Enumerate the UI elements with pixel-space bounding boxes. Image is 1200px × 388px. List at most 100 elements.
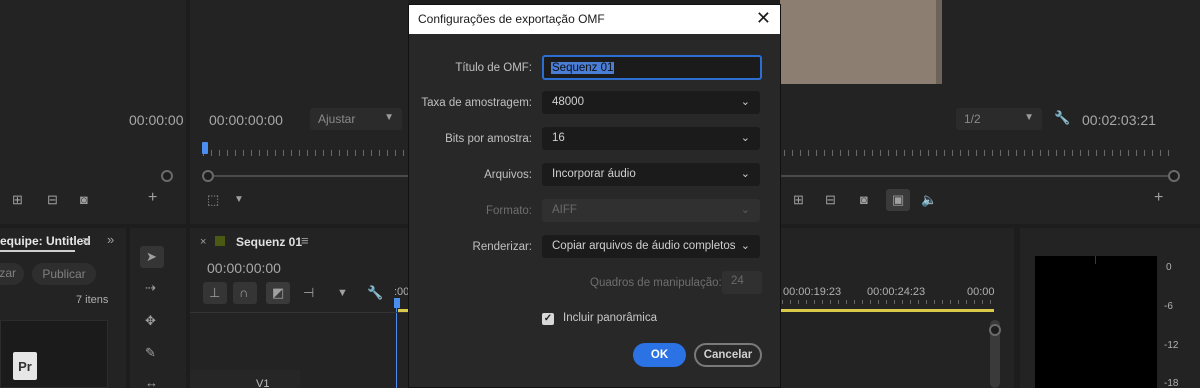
format-select: AIFF ⌄	[542, 199, 760, 222]
omf-title-label: Título de OMF:	[455, 62, 532, 74]
work-area-bar[interactable]	[780, 309, 994, 312]
add-button-icon[interactable]: +	[1154, 190, 1163, 206]
render-select[interactable]: Copiar arquivos de áudio completos ⌄	[542, 235, 760, 258]
linked-selection-icon: ◩	[272, 285, 285, 300]
scale-dropdown[interactable]: 1/2 ▼	[956, 108, 1042, 130]
bits-per-sample-select[interactable]: 16 ⌄	[542, 127, 760, 150]
dialog-titlebar[interactable]: Configurações de exportação OMF ✕	[409, 5, 780, 34]
sample-rate-select[interactable]: 48000 ⌄	[542, 91, 760, 114]
panel-menu-icon[interactable]: ≡	[82, 234, 90, 248]
chevron-down-icon: ⌄	[740, 132, 750, 144]
timeline-settings-wrench-icon[interactable]: 🔧	[367, 286, 383, 300]
camera-icon[interactable]: ◙	[860, 193, 868, 207]
files-label: Arquivos:	[484, 169, 532, 181]
omf-export-dialog: Configurações de exportação OMF ✕ Título…	[408, 4, 781, 388]
safe-margins-icon[interactable]: ⬚	[207, 193, 219, 207]
close-tab-icon[interactable]: ×	[200, 235, 206, 249]
publish-button-label: Publicar	[42, 267, 86, 281]
publish-button[interactable]: Publicar	[32, 263, 96, 285]
volume-icon[interactable]: 🔈	[921, 193, 937, 207]
timeline-time-ruler[interactable]	[782, 296, 996, 304]
panel-overflow-icon[interactable]: »	[107, 233, 114, 247]
audio-meter-scale-18: -18	[1164, 378, 1179, 388]
selection-tool-icon: ➤	[146, 249, 157, 264]
source-timecode-left: 00:00:00	[129, 112, 184, 128]
timeline-panel	[190, 228, 408, 388]
sequence-color-swatch	[215, 236, 225, 246]
audio-meter-scale-0: 0	[1166, 262, 1172, 273]
timeline-timecode: 00:00:00:00	[207, 260, 281, 276]
cancel-button-label: Cancelar	[703, 349, 753, 361]
chevron-down-icon: ⌄	[740, 204, 750, 216]
source-time-ruler[interactable]	[203, 142, 408, 156]
scale-dropdown-label: 1/2	[964, 112, 981, 126]
add-button-icon[interactable]: +	[148, 190, 157, 206]
files-select[interactable]: Incorporar áudio ⌄	[542, 163, 760, 186]
format-label: Formato:	[485, 205, 532, 217]
wrench-icon[interactable]: 🔧	[1054, 111, 1070, 125]
timeline-playhead[interactable]	[394, 298, 400, 308]
program-video-frame	[780, 0, 942, 84]
track-header-v1[interactable]	[190, 370, 300, 388]
timeline-vertical-scroll-handle[interactable]	[989, 324, 1001, 336]
timeline-header-divider	[190, 312, 408, 313]
format-value: AIFF	[552, 204, 577, 216]
premiere-file-icon-label: Pr	[18, 359, 32, 374]
marker-icon[interactable]: ▼	[337, 286, 348, 300]
source-zoom-handle-left[interactable]	[161, 170, 173, 182]
render-value: Copiar arquivos de áudio completos	[552, 240, 736, 252]
fit-dropdown[interactable]: Ajustar ▼	[310, 108, 402, 130]
timeline-playhead-line	[396, 306, 397, 388]
ok-button-label: OK	[650, 349, 669, 361]
timeline-panel-right	[780, 228, 1014, 388]
source-zoom-handle[interactable]	[202, 170, 214, 182]
share-button[interactable]: zar	[0, 263, 24, 285]
close-icon[interactable]: ✕	[756, 8, 771, 28]
project-panel-title[interactable]: equipe: Untitled	[0, 234, 91, 248]
chevron-down-icon: ⌄	[740, 168, 750, 180]
premiere-file-icon[interactable]: Pr	[13, 352, 37, 380]
razor-tool-icon[interactable]: ✎	[145, 346, 156, 360]
handle-frames-label: Quadros de manipulação:	[590, 277, 722, 289]
compare-view-icon: ▣	[892, 192, 905, 207]
timeline-menu-icon[interactable]: ≡	[301, 234, 309, 248]
program-time-ruler[interactable]	[784, 142, 1176, 156]
chevron-down-icon: ⌄	[740, 96, 750, 108]
dialog-title: Configurações de exportação OMF	[418, 12, 605, 26]
track-select-tool-icon[interactable]: ⇢	[145, 281, 156, 295]
source-playhead[interactable]	[202, 142, 208, 154]
insert-nested-icon: ⊥	[209, 285, 221, 300]
slip-tool-icon[interactable]: ↔	[145, 376, 158, 388]
timeline-tab-label[interactable]: Sequenz 01	[236, 235, 302, 249]
overwrite-icon[interactable]: ⊟	[47, 193, 58, 207]
ok-button[interactable]: OK	[633, 343, 686, 367]
chevron-down-icon[interactable]: ▼	[234, 193, 244, 207]
chevron-down-icon: ⌄	[740, 240, 750, 252]
bits-per-sample-label: Bits por amostra:	[445, 133, 532, 145]
program-zoom-track[interactable]	[780, 175, 1170, 177]
source-timecode-in: 00:00:00:00	[209, 112, 283, 128]
audio-meter-scale-6: -6	[1164, 301, 1173, 312]
include-pan-label[interactable]: Incluir panorâmica	[563, 312, 657, 324]
source-zoom-track[interactable]	[214, 175, 408, 177]
extract-icon[interactable]: ⊟	[825, 193, 836, 207]
sample-rate-label: Taxa de amostragem:	[421, 97, 532, 109]
insert-icon[interactable]: ⊞	[12, 193, 23, 207]
item-count: 7 itens	[76, 294, 109, 306]
include-pan-checkbox[interactable]: ✓	[542, 313, 554, 325]
bits-per-sample-value: 16	[552, 132, 565, 144]
chevron-down-icon: ▼	[384, 112, 394, 123]
program-zoom-handle[interactable]	[1168, 170, 1180, 182]
lift-icon[interactable]: ⊞	[793, 193, 804, 207]
audio-meter-channel-divider	[1095, 256, 1096, 264]
snap-icon: ∩	[239, 285, 249, 300]
timeline-ruler-label-partial: :00	[394, 286, 410, 298]
ripple-edit-tool-icon[interactable]: ✥	[145, 314, 156, 328]
cancel-button[interactable]: Cancelar	[694, 343, 762, 367]
add-marker-icon[interactable]: ⊣	[303, 286, 314, 300]
chevron-down-icon: ▼	[1024, 112, 1034, 123]
track-label-v1: V1	[256, 378, 270, 388]
sample-rate-value: 48000	[552, 96, 584, 108]
omf-title-input[interactable]: Sequenz 01	[542, 55, 762, 80]
camera-icon[interactable]: ◙	[80, 193, 88, 207]
